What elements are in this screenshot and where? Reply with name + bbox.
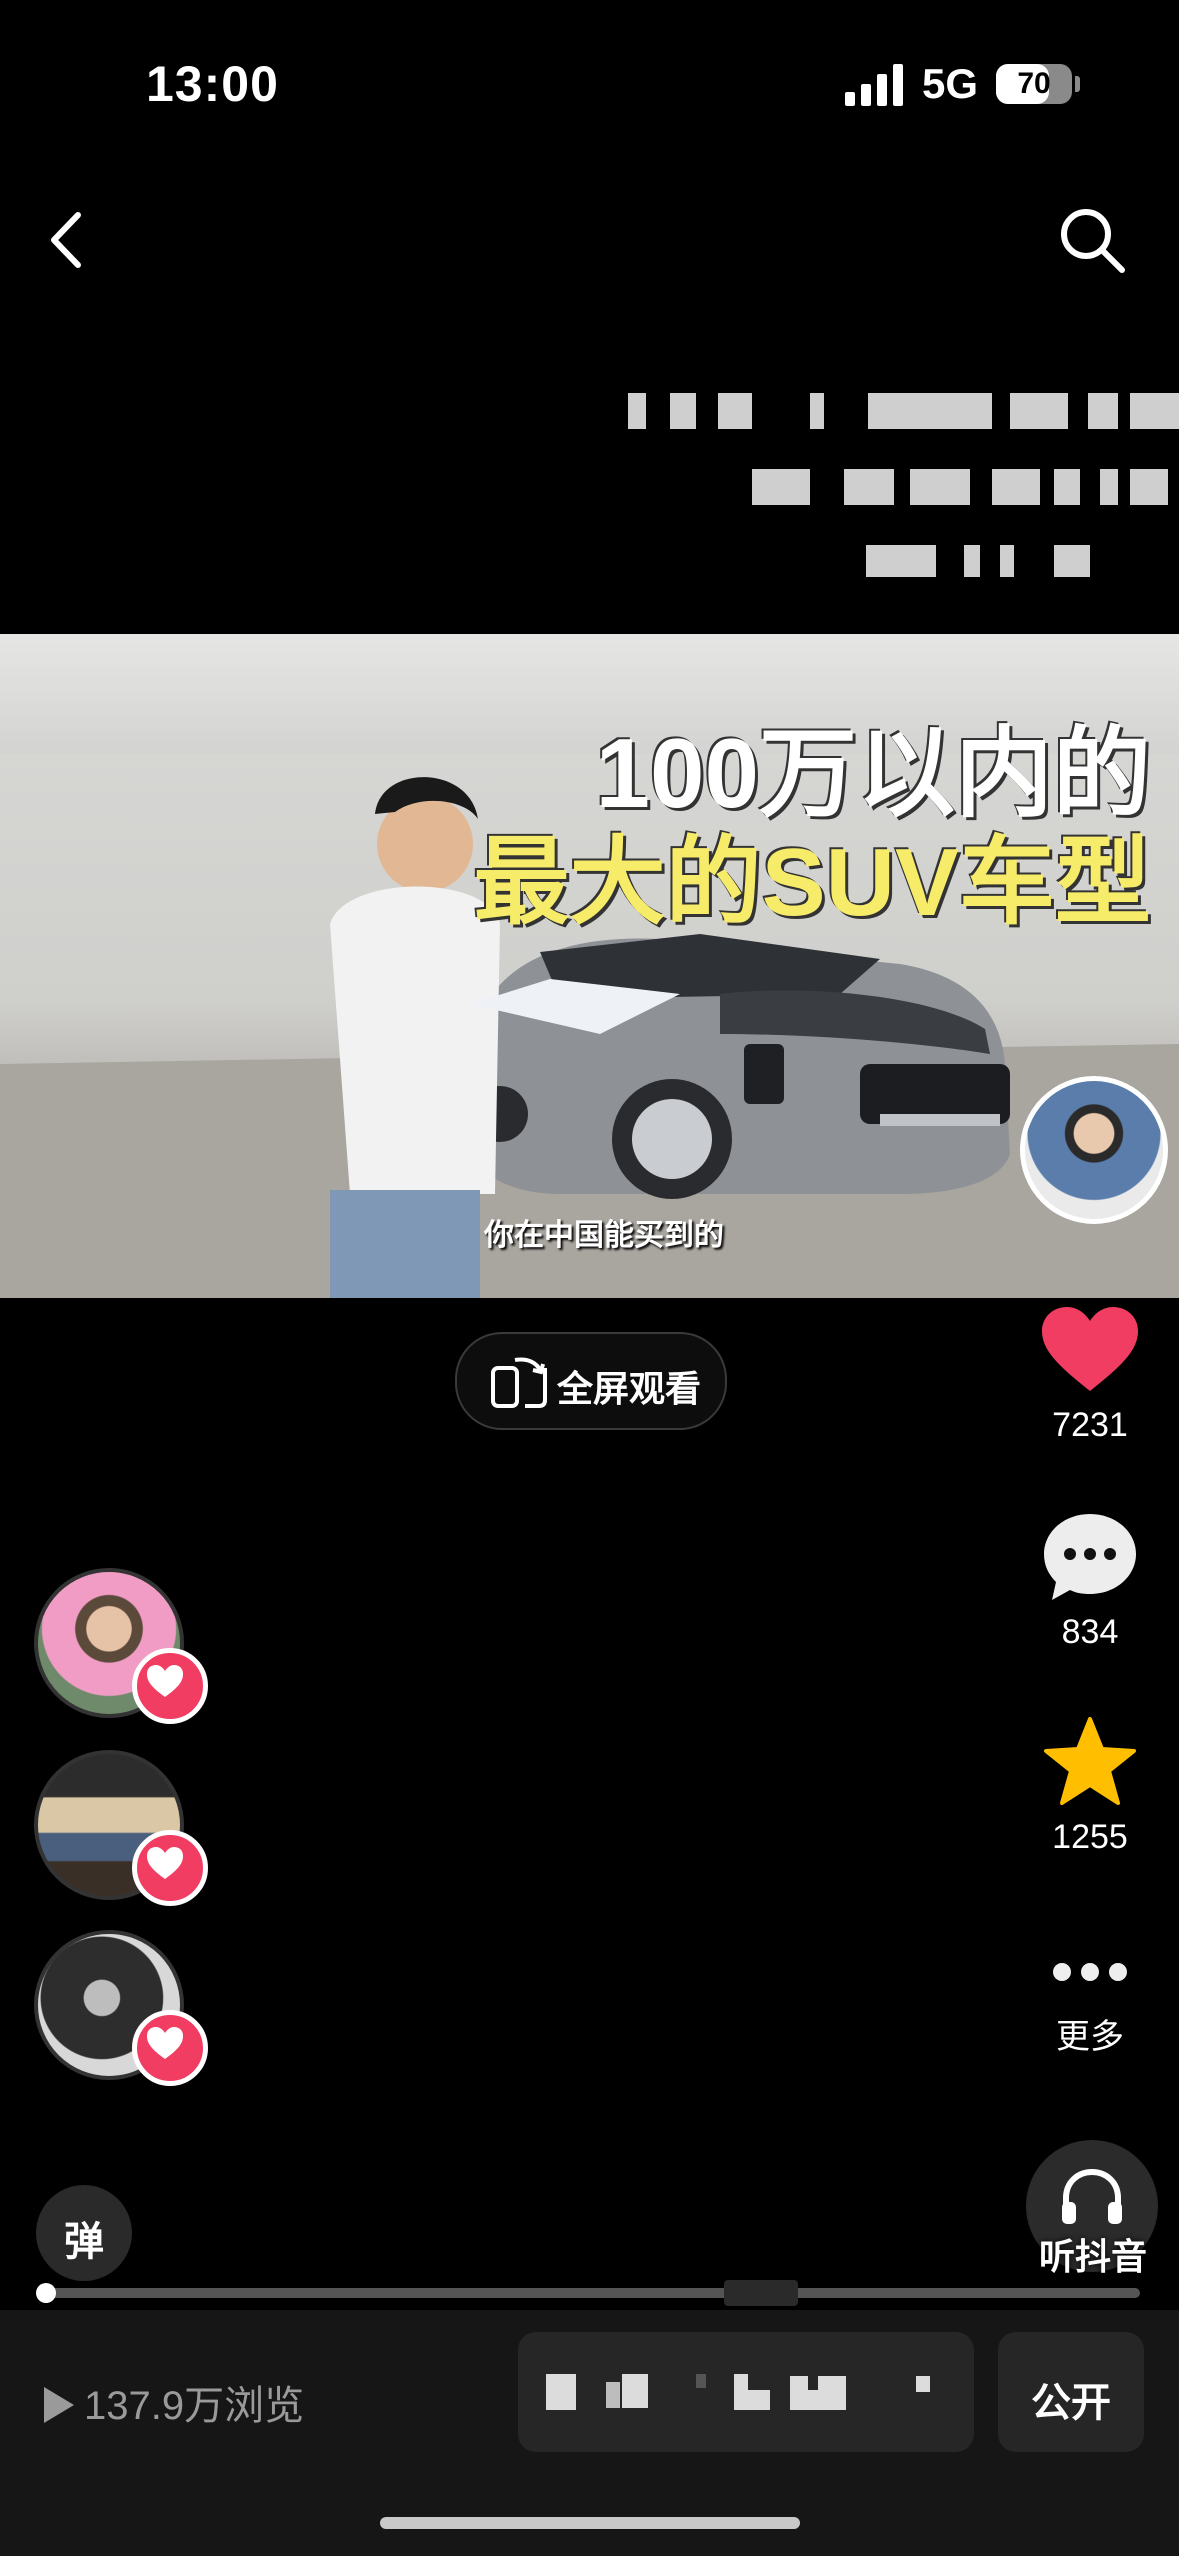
play-icon (44, 2387, 74, 2423)
danmaku-label: 弹 (64, 2220, 104, 2264)
signal-icon (845, 62, 905, 106)
view-count[interactable]: 137.9万浏览 (40, 2373, 304, 2431)
headphones-icon (1062, 2168, 1122, 2224)
video-caption-line2: 最大的SUV车型 (473, 829, 1151, 936)
star-icon (1044, 1717, 1136, 1805)
public-label: 公开 (1031, 2381, 1111, 2425)
heart-icon (147, 1847, 183, 1879)
liker-avatar[interactable] (34, 1750, 208, 1906)
more-button[interactable]: 更多 (1030, 1952, 1150, 2058)
comment-button[interactable]: 834 (1030, 1510, 1150, 1652)
author-avatar[interactable] (1020, 1076, 1168, 1224)
more-label: 更多 (1056, 2018, 1124, 2056)
comment-icon (1044, 1514, 1136, 1600)
favorite-count: 1255 (1052, 1818, 1128, 1856)
censored-pill[interactable] (518, 2332, 974, 2452)
progress-marker (724, 2280, 798, 2306)
fullscreen-rotate-icon (491, 1357, 547, 1408)
like-count: 7231 (1052, 1406, 1128, 1444)
heart-icon (147, 1665, 183, 1697)
battery-icon: 70 (996, 64, 1072, 104)
public-button[interactable]: 公开 (998, 2332, 1144, 2452)
danmaku-button[interactable]: 弹 (36, 2185, 132, 2281)
search-icon[interactable] (1052, 200, 1132, 280)
like-button[interactable]: 7231 (1030, 1305, 1150, 1445)
battery-level: 70 (1017, 67, 1051, 100)
back-icon[interactable] (40, 205, 100, 275)
fullscreen-button[interactable]: 全屏观看 (455, 1332, 727, 1430)
heart-icon (147, 2027, 183, 2059)
censored-text-mosaic (546, 2374, 930, 2410)
heart-icon (1042, 1307, 1138, 1391)
battery-tip (1075, 76, 1080, 92)
liker-avatar[interactable] (34, 1568, 208, 1724)
censored-title-mosaic (600, 385, 1179, 595)
more-icon (1053, 1963, 1127, 1981)
liked-badge (132, 2010, 208, 2086)
home-indicator (380, 2517, 800, 2529)
network-type: 5G (922, 60, 979, 107)
favorite-button[interactable]: 1255 (1030, 1715, 1150, 1857)
status-time: 13:00 (146, 56, 279, 112)
liked-badge (132, 1830, 208, 1906)
view-count-text: 137.9万浏览 (84, 2384, 305, 2428)
liked-badge (132, 1648, 208, 1724)
fullscreen-label: 全屏观看 (557, 1368, 702, 1409)
video-subtitle: 你在中国能买到的 (484, 1219, 724, 1252)
video-player[interactable]: 100万以内的 最大的SUV车型 你在中国能买到的 (0, 634, 1179, 1298)
video-progress-bar[interactable] (46, 2288, 1140, 2298)
progress-knob[interactable] (36, 2283, 56, 2303)
comment-count: 834 (1061, 1613, 1119, 1651)
listen-label: 听抖音 (1038, 2236, 1147, 2277)
liker-avatar[interactable] (34, 1930, 208, 2086)
